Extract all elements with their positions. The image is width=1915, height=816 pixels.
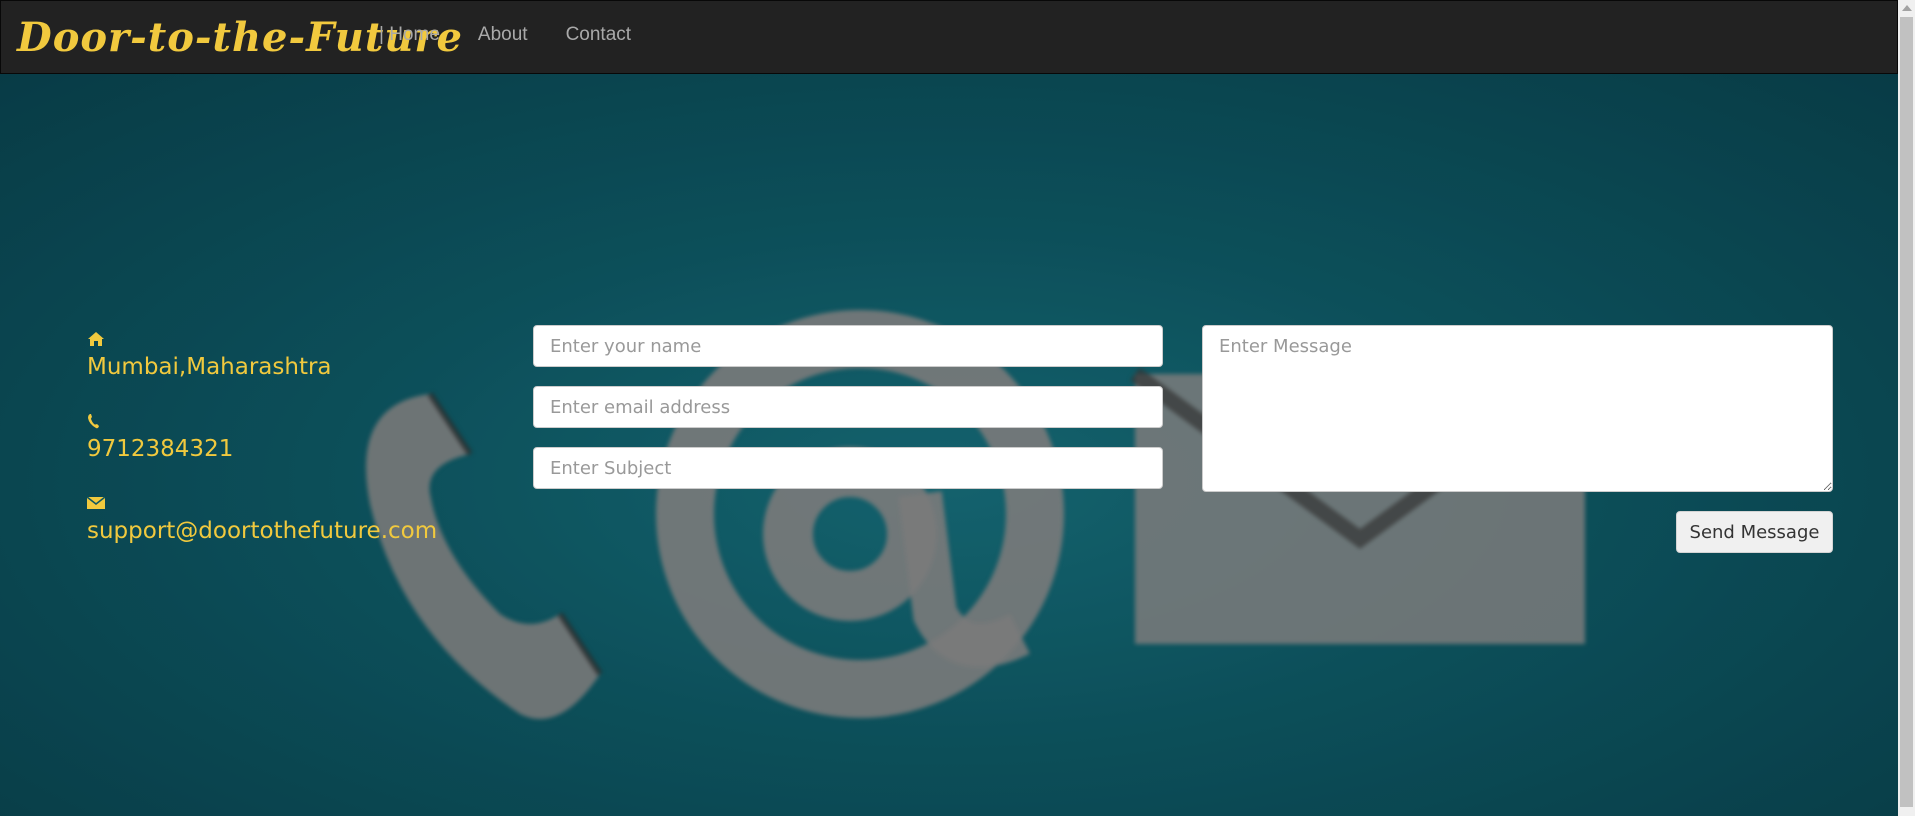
subject-input[interactable]	[533, 447, 1163, 489]
address-block: Mumbai,Maharashtra	[87, 328, 437, 384]
phone-block: 9712384321	[87, 410, 437, 466]
phone-icon	[87, 410, 437, 432]
scrollbar-thumb[interactable]	[1900, 17, 1913, 807]
message-textarea[interactable]	[1202, 325, 1833, 492]
nav-link-contact[interactable]: Contact	[566, 23, 631, 47]
send-message-button[interactable]: Send Message	[1676, 511, 1833, 553]
email-text[interactable]: support@doortothefuture.com	[87, 514, 437, 548]
nav-link-about[interactable]: About	[478, 23, 528, 47]
page-scrollbar[interactable]	[1898, 0, 1915, 816]
nav-links: | Home About Contact	[379, 23, 669, 47]
nav-link-home[interactable]: | Home	[379, 23, 440, 47]
address-text: Mumbai,Maharashtra	[87, 354, 332, 380]
name-input[interactable]	[533, 325, 1163, 367]
contact-info: Mumbai,Maharashtra 9712384321 support@do…	[87, 328, 437, 574]
email-input[interactable]	[533, 386, 1163, 428]
navbar: Door-to-the-Future | Home About Contact	[0, 0, 1898, 74]
envelope-icon	[87, 492, 437, 514]
home-icon	[87, 328, 437, 350]
phone-text: 9712384321	[87, 436, 234, 462]
scroll-up-arrow-icon[interactable]	[1902, 5, 1912, 11]
email-block: support@doortothefuture.com	[87, 492, 437, 548]
